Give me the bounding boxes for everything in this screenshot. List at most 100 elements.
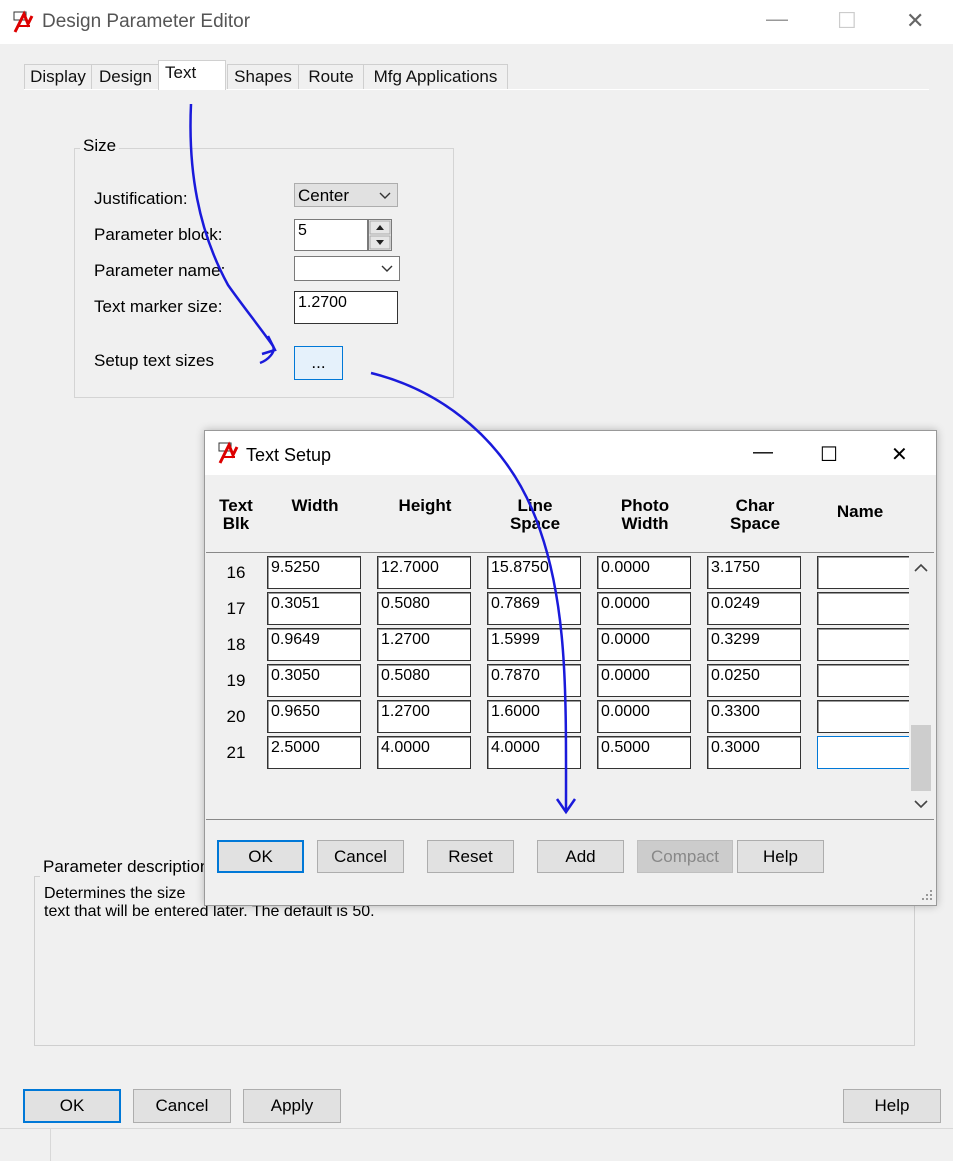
tab-shapes[interactable]: Shapes (227, 64, 299, 89)
cell-height[interactable]: 12.7000 (377, 556, 471, 589)
cell-height[interactable]: 0.5080 (377, 592, 471, 625)
cell-height[interactable]: 1.2700 (377, 628, 471, 661)
tab-route[interactable]: Route (298, 64, 364, 89)
cell-line[interactable]: 0.7870 (487, 664, 581, 697)
cell-name[interactable] (817, 592, 909, 625)
vertical-scrollbar[interactable] (909, 553, 933, 817)
cell-photo[interactable]: 0.0000 (597, 556, 691, 589)
row-blk-number: 21 (226, 743, 246, 762)
app-icon (218, 441, 239, 464)
window-title: Design Parameter Editor (42, 11, 251, 32)
cell-name[interactable] (817, 556, 909, 589)
cell-height[interactable]: 1.2700 (377, 700, 471, 733)
marker-size-input[interactable]: 1.2700 (294, 291, 398, 324)
cell-line[interactable]: 0.7869 (487, 592, 581, 625)
setup-text-sizes-button[interactable]: ... (294, 346, 343, 380)
header-text-blk: Text Blk (211, 497, 261, 533)
cell-name[interactable] (817, 736, 909, 769)
setup-text-sizes-label: Setup text sizes (94, 351, 215, 370)
cell-char[interactable]: 0.0250 (707, 664, 801, 697)
title-bar: Design Parameter Editor — ☐ ✕ (0, 0, 953, 44)
resize-grip-icon[interactable] (921, 889, 933, 901)
app-icon (13, 10, 34, 33)
header-line-space: Line Space (487, 497, 583, 533)
justification-label: Justification: (94, 189, 188, 208)
header-width: Width (291, 496, 339, 515)
dialog-maximize-button[interactable]: ☐ (820, 442, 838, 467)
param-block-spinner[interactable] (368, 219, 392, 251)
cell-char[interactable]: 3.1750 (707, 556, 801, 589)
dialog-close-button[interactable]: ✕ (891, 442, 908, 467)
cell-width[interactable]: 0.3050 (267, 664, 361, 697)
help-button[interactable]: Help (843, 1089, 941, 1123)
param-name-select[interactable] (294, 256, 400, 281)
cell-width[interactable]: 0.3051 (267, 592, 361, 625)
cell-height[interactable]: 4.0000 (377, 736, 471, 769)
maximize-button[interactable]: ☐ (837, 8, 857, 34)
header-photo-width-line1: Photo (620, 496, 670, 515)
dialog-title: Text Setup (246, 445, 332, 465)
dialog-help-button[interactable]: Help (737, 840, 824, 873)
justification-value: Center (298, 186, 350, 205)
dialog-add-button[interactable]: Add (537, 840, 624, 873)
scroll-up-icon[interactable] (914, 563, 928, 573)
cell-photo[interactable]: 0.0000 (597, 628, 691, 661)
tab-text[interactable]: Text (158, 60, 226, 90)
dialog-compact-button: Compact (637, 840, 733, 873)
param-block-input[interactable]: 5 (294, 219, 368, 251)
header-char-space-line2: Space (729, 514, 781, 533)
dialog-minimize-button[interactable]: — (753, 441, 773, 464)
description-line-1: Determines the size (44, 885, 186, 902)
tab-design[interactable]: Design (91, 64, 160, 89)
cancel-button[interactable]: Cancel (133, 1089, 231, 1123)
cell-line[interactable]: 1.5999 (487, 628, 581, 661)
header-photo-width-line2: Width (621, 514, 669, 533)
size-group-title: Size (80, 136, 120, 156)
cell-line[interactable]: 1.6000 (487, 700, 581, 733)
cell-name[interactable] (817, 700, 909, 733)
cell-width[interactable]: 0.9649 (267, 628, 361, 661)
cell-name[interactable] (817, 664, 909, 697)
dialog-reset-button[interactable]: Reset (427, 840, 514, 873)
minimize-button[interactable]: — (766, 6, 788, 32)
cell-line[interactable]: 15.8750 (487, 556, 581, 589)
header-height: Height (398, 496, 452, 515)
spin-down-icon[interactable] (369, 235, 391, 250)
cell-char[interactable]: 0.3000 (707, 736, 801, 769)
close-button[interactable]: ✕ (906, 8, 924, 34)
cell-photo[interactable]: 0.0000 (597, 700, 691, 733)
header-line-space-line1: Line (517, 496, 553, 515)
status-bar (0, 1128, 953, 1161)
cell-width[interactable]: 0.9650 (267, 700, 361, 733)
cell-width[interactable]: 2.5000 (267, 736, 361, 769)
ok-button[interactable]: OK (23, 1089, 121, 1123)
cell-char[interactable]: 0.3300 (707, 700, 801, 733)
cell-name[interactable] (817, 628, 909, 661)
spin-up-icon[interactable] (369, 220, 391, 235)
justification-select[interactable]: Center (294, 183, 398, 207)
row-blk-number: 17 (226, 599, 246, 618)
param-block-label: Parameter block: (94, 225, 223, 244)
cell-line[interactable]: 4.0000 (487, 736, 581, 769)
header-line-space-line2: Space (509, 514, 561, 533)
row-blk-number: 18 (226, 635, 246, 654)
apply-button[interactable]: Apply (243, 1089, 341, 1123)
scrollbar-thumb[interactable] (911, 725, 931, 791)
header-char-space-line1: Char (735, 496, 775, 515)
tab-mfg-applications[interactable]: Mfg Applications (363, 64, 508, 89)
cell-photo[interactable]: 0.0000 (597, 664, 691, 697)
dialog-cancel-button[interactable]: Cancel (317, 840, 404, 873)
cell-photo[interactable]: 0.5000 (597, 736, 691, 769)
scroll-down-icon[interactable] (914, 799, 928, 809)
tab-display[interactable]: Display (24, 64, 92, 89)
cell-char[interactable]: 0.3299 (707, 628, 801, 661)
cell-photo[interactable]: 0.0000 (597, 592, 691, 625)
status-divider (50, 1129, 51, 1161)
header-text-blk-line2: Blk (222, 514, 250, 533)
header-photo-width: Photo Width (597, 497, 693, 533)
cell-char[interactable]: 0.0249 (707, 592, 801, 625)
cell-width[interactable]: 9.5250 (267, 556, 361, 589)
cell-height[interactable]: 0.5080 (377, 664, 471, 697)
row-blk-number: 16 (226, 563, 246, 582)
dialog-ok-button[interactable]: OK (217, 840, 304, 873)
